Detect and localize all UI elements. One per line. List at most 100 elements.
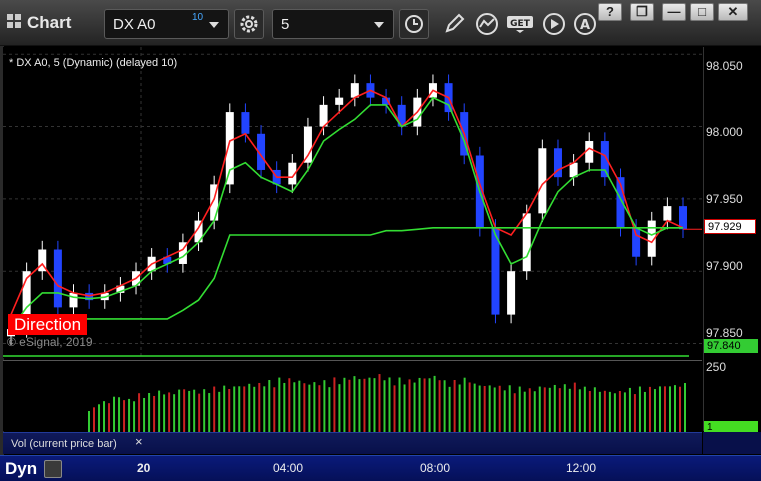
volume-bar bbox=[623, 392, 626, 432]
candle-body bbox=[241, 112, 250, 134]
volume-bar bbox=[238, 386, 241, 432]
price-pane[interactable] bbox=[3, 47, 702, 358]
draw-button[interactable] bbox=[440, 10, 468, 38]
volume-bar bbox=[183, 389, 186, 432]
get-data-button[interactable]: GET bbox=[505, 10, 535, 38]
volume-bar bbox=[243, 386, 246, 432]
volume-bar bbox=[293, 382, 296, 432]
volume-bar bbox=[563, 384, 566, 432]
volume-bar bbox=[368, 377, 371, 432]
volume-bar bbox=[438, 380, 441, 432]
volume-bar bbox=[353, 376, 356, 432]
volume-bar bbox=[483, 385, 486, 432]
volume-bar bbox=[348, 379, 351, 432]
volume-bar bbox=[383, 380, 386, 432]
interval-select[interactable]: 5 bbox=[272, 9, 394, 39]
clock-button[interactable] bbox=[399, 9, 429, 39]
interval-value: 5 bbox=[281, 16, 290, 33]
volume-bar bbox=[283, 382, 286, 432]
volume-bar bbox=[98, 404, 101, 432]
time-tick: 04:00 bbox=[273, 461, 304, 475]
volume-bar bbox=[408, 379, 411, 432]
volume-bar bbox=[253, 386, 256, 432]
volume-bar bbox=[548, 387, 551, 432]
volume-bar bbox=[493, 387, 496, 432]
volume-legend-axis bbox=[703, 432, 761, 454]
volume-bar bbox=[188, 390, 191, 432]
volume-bar bbox=[523, 391, 526, 432]
play-icon bbox=[543, 13, 565, 35]
volume-bar bbox=[323, 380, 326, 432]
time-axis[interactable]: Dyn 20 04:00 08:00 12:00 bbox=[0, 455, 761, 481]
time-tick: 20 bbox=[137, 461, 151, 475]
volume-bar bbox=[258, 382, 261, 432]
volume-bar bbox=[178, 389, 181, 432]
volume-bar bbox=[313, 382, 316, 432]
volume-bar bbox=[598, 391, 601, 432]
close-study-icon[interactable]: × bbox=[135, 434, 143, 449]
volume-bar bbox=[628, 387, 631, 432]
chevron-down-icon bbox=[374, 22, 384, 28]
volume-bar bbox=[88, 411, 90, 432]
volume-bar bbox=[684, 383, 686, 432]
volume-bar bbox=[678, 386, 681, 432]
volume-bar bbox=[418, 377, 421, 432]
volume-bar bbox=[298, 380, 301, 432]
volume-bar bbox=[633, 394, 636, 432]
volume-bar bbox=[538, 386, 541, 432]
volume-bar bbox=[423, 378, 426, 432]
minimize-button[interactable]: — bbox=[662, 3, 686, 21]
svg-text:A: A bbox=[580, 18, 590, 33]
clock-icon bbox=[405, 15, 423, 33]
volume-bar bbox=[228, 389, 231, 432]
help-button[interactable]: ? bbox=[598, 3, 622, 21]
window-title: Chart bbox=[27, 13, 72, 32]
volume-bar bbox=[648, 386, 651, 432]
volume-bar bbox=[388, 377, 391, 432]
play-button[interactable] bbox=[540, 10, 568, 38]
close-button[interactable]: ✕ bbox=[718, 3, 748, 21]
price-tick: 98.050 bbox=[706, 59, 743, 73]
symbol-value: DX A0 bbox=[113, 16, 156, 33]
volume-bar bbox=[638, 386, 641, 432]
volume-bar bbox=[653, 389, 656, 432]
volume-bar bbox=[528, 388, 531, 432]
volume-bar bbox=[473, 383, 476, 432]
restore-button[interactable]: ❐ bbox=[630, 3, 654, 21]
volume-bar bbox=[208, 393, 211, 432]
volume-bar bbox=[343, 377, 346, 432]
volume-chart bbox=[88, 374, 686, 432]
candle-body bbox=[507, 271, 516, 315]
volume-bar bbox=[268, 380, 271, 432]
volume-bar bbox=[218, 391, 221, 432]
candle-body bbox=[225, 112, 234, 185]
volume-axis-tick: 250 bbox=[706, 360, 727, 374]
direction-badge: Direction bbox=[8, 314, 88, 335]
volume-bar bbox=[443, 380, 446, 432]
volume-bar bbox=[263, 386, 266, 432]
volume-bar bbox=[603, 390, 606, 432]
volume-legend-bar: Vol (current price bar) × bbox=[3, 432, 702, 454]
alerts-button[interactable]: A bbox=[571, 10, 599, 38]
link-icon[interactable] bbox=[44, 460, 62, 478]
price-tick: 97.850 bbox=[706, 326, 743, 340]
volume-bar bbox=[658, 386, 661, 432]
current-price-tag: 97.929 bbox=[704, 219, 756, 234]
series-line-2 bbox=[11, 227, 683, 320]
volume-bar bbox=[558, 388, 561, 432]
candle-body bbox=[335, 97, 344, 105]
symbol-select[interactable]: DX A0 10 bbox=[104, 9, 229, 39]
volume-bar bbox=[333, 377, 336, 432]
maximize-button[interactable]: □ bbox=[690, 3, 714, 21]
volume-bar bbox=[133, 401, 136, 432]
volume-bar bbox=[153, 395, 156, 432]
volume-bar bbox=[118, 397, 121, 432]
volume-bar bbox=[533, 391, 536, 432]
volume-pane[interactable] bbox=[3, 360, 702, 432]
price-tick: 97.950 bbox=[706, 192, 743, 206]
copyright-text: © eSignal, 2019 bbox=[7, 335, 93, 349]
alerts-icon: A bbox=[574, 13, 596, 35]
candle-body bbox=[663, 206, 672, 221]
studies-button[interactable] bbox=[473, 10, 501, 38]
settings-gear-button[interactable] bbox=[234, 9, 264, 39]
